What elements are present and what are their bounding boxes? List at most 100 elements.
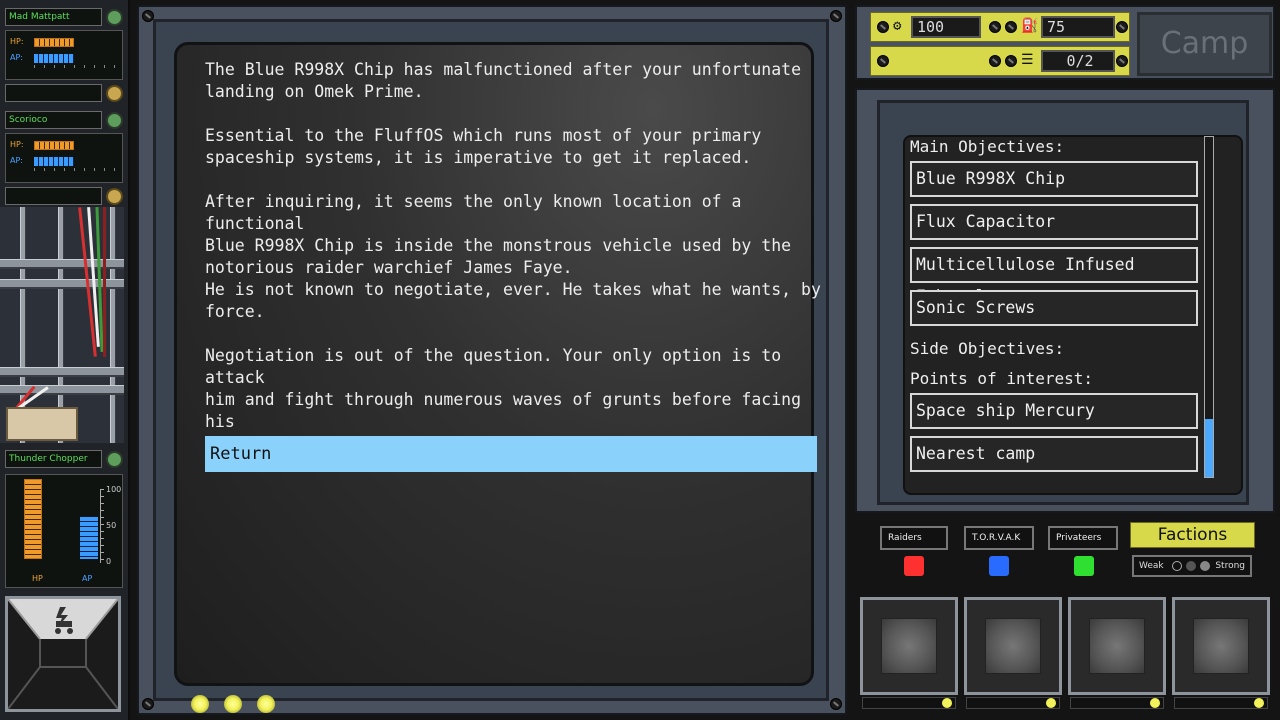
ap-label: AP: bbox=[10, 53, 23, 62]
factions-label: Factions bbox=[1157, 525, 1228, 545]
vehicle-gauges: 100 50 0 HP AP bbox=[5, 474, 123, 588]
ap-label: AP: bbox=[10, 156, 23, 165]
screw-icon bbox=[830, 698, 842, 710]
gauge-scale bbox=[100, 489, 104, 563]
screw-icon bbox=[1005, 21, 1017, 33]
hp-bar bbox=[34, 141, 74, 150]
story-monitor: The Blue R998X Chip has malfunctioned af… bbox=[137, 5, 847, 715]
faction-privateers-light bbox=[1074, 556, 1094, 576]
fuel-icon: ⛽ bbox=[1021, 18, 1039, 34]
strong-label: Strong bbox=[1215, 561, 1245, 571]
resource-row-bottom: ☰ 0/2 bbox=[870, 46, 1130, 76]
side-objectives-heading: Side Objectives: bbox=[910, 339, 1065, 358]
faction-privateers[interactable]: Privateers bbox=[1048, 526, 1118, 550]
story-paragraph: Essential to the FluffOS which runs most… bbox=[205, 126, 762, 167]
room-floor bbox=[1089, 618, 1145, 674]
member-stats: HP: AP: bbox=[5, 30, 123, 80]
resource-row-top: ⚙ 100 ⛽ 75 bbox=[870, 12, 1130, 42]
room-slot-2[interactable] bbox=[964, 597, 1062, 695]
hp-bar bbox=[34, 38, 74, 47]
slot-indicator-light bbox=[1046, 698, 1056, 708]
story-screen: The Blue R998X Chip has malfunctioned af… bbox=[174, 42, 821, 686]
vehicle-status-light bbox=[106, 451, 123, 468]
room-floor bbox=[881, 618, 937, 674]
support-rail bbox=[0, 367, 124, 377]
screw-icon bbox=[1116, 55, 1128, 67]
faction-raiders-light bbox=[904, 556, 924, 576]
vehicle-name: Thunder Chopper bbox=[5, 450, 102, 468]
story-paragraph: He is not known to negotiate, ever. He t… bbox=[205, 280, 821, 321]
slot-indicator-light bbox=[942, 698, 952, 708]
scrap-count: 100 bbox=[911, 16, 981, 38]
story-paragraph: The Blue R998X Chip has malfunctioned af… bbox=[205, 60, 802, 101]
strength-dot-mid bbox=[1186, 561, 1196, 571]
room-slot-3[interactable] bbox=[1068, 597, 1166, 695]
fuel-count: 75 bbox=[1041, 16, 1115, 38]
story-paragraph: After inquiring, it seems the only known… bbox=[205, 192, 792, 277]
engine-room-view bbox=[0, 207, 124, 443]
screw-icon bbox=[830, 10, 842, 22]
cargo-count: 0/2 bbox=[1041, 50, 1115, 72]
hp-label: HP: bbox=[10, 37, 24, 46]
main-objectives-heading: Main Objectives: bbox=[910, 137, 1065, 156]
strength-dot-empty bbox=[1172, 561, 1182, 571]
faction-strength-legend: Weak Strong bbox=[1132, 555, 1252, 577]
screw-icon bbox=[1005, 55, 1017, 67]
member-item-slot[interactable] bbox=[5, 187, 102, 205]
monitor-bezel: The Blue R998X Chip has malfunctioned af… bbox=[153, 19, 829, 701]
room-slot-1[interactable] bbox=[860, 597, 958, 695]
coin-icon[interactable] bbox=[106, 188, 123, 205]
objectives-scrollbar[interactable] bbox=[1204, 136, 1214, 478]
member-stats: HP: AP: bbox=[5, 133, 123, 183]
screw-icon bbox=[989, 21, 1001, 33]
vehicle-ap-label: AP bbox=[82, 574, 93, 583]
vehicle-ap-bar bbox=[80, 517, 98, 559]
wire bbox=[103, 207, 106, 357]
camp-button[interactable]: Camp bbox=[1137, 12, 1272, 76]
objective-item[interactable]: Multicellulose Infused Ethanol bbox=[910, 247, 1198, 306]
member-item-slot[interactable] bbox=[5, 84, 102, 102]
indicator-light bbox=[191, 695, 209, 713]
scale-label-max: 100 bbox=[106, 485, 122, 494]
indicator-light bbox=[224, 695, 242, 713]
objective-item[interactable]: Flux Capacitor bbox=[910, 204, 1198, 240]
return-button[interactable]: Return bbox=[205, 436, 817, 472]
vehicle-hp-bar bbox=[24, 479, 42, 559]
member-status-light bbox=[106, 9, 123, 26]
screw-icon bbox=[877, 21, 889, 33]
factions-button[interactable]: Factions bbox=[1130, 522, 1255, 548]
member-name: Scorioco bbox=[5, 111, 102, 129]
screw-icon bbox=[989, 55, 1001, 67]
ap-ticks bbox=[34, 168, 120, 171]
room-floor bbox=[1193, 618, 1249, 674]
engine-box bbox=[6, 407, 78, 441]
scrap-icon: ⚙ bbox=[893, 18, 902, 34]
ap-bar bbox=[34, 54, 74, 63]
party-panel: Mad Mattpatt HP: AP: Scorioco HP: AP: Th… bbox=[0, 0, 130, 720]
scrollbar-thumb[interactable] bbox=[1205, 419, 1213, 477]
coin-icon[interactable] bbox=[106, 85, 123, 102]
ap-ticks bbox=[34, 65, 120, 68]
strength-dot-full bbox=[1200, 561, 1210, 571]
poi-item[interactable]: Nearest camp bbox=[910, 436, 1198, 472]
poi-item[interactable]: Space ship Mercury bbox=[910, 393, 1198, 429]
faction-torvak-light bbox=[989, 556, 1009, 576]
weak-label: Weak bbox=[1139, 561, 1164, 571]
member-status-light bbox=[106, 112, 123, 129]
room-slot-4[interactable] bbox=[1172, 597, 1270, 695]
objective-item[interactable]: Sonic Screws bbox=[910, 290, 1198, 326]
vehicle-hp-label: HP bbox=[32, 574, 43, 583]
faction-raiders[interactable]: Raiders bbox=[880, 526, 948, 550]
vehicle-ability-slot[interactable] bbox=[5, 596, 121, 712]
member-name: Mad Mattpatt bbox=[5, 8, 102, 26]
resource-panel: ⚙ 100 ⛽ 75 ☰ 0/2 Camp bbox=[855, 5, 1275, 80]
scale-label-mid: 50 bbox=[106, 521, 117, 530]
objective-item[interactable]: Blue R998X Chip bbox=[910, 161, 1198, 197]
screw-icon bbox=[1116, 21, 1128, 33]
screw-icon bbox=[877, 55, 889, 67]
poi-heading: Points of interest: bbox=[910, 369, 1094, 388]
scale-label-min: 0 bbox=[106, 557, 112, 566]
hp-label: HP: bbox=[10, 140, 24, 149]
faction-torvak[interactable]: T.O.R.V.A.K bbox=[964, 526, 1034, 550]
ability-frame-art bbox=[8, 599, 118, 709]
